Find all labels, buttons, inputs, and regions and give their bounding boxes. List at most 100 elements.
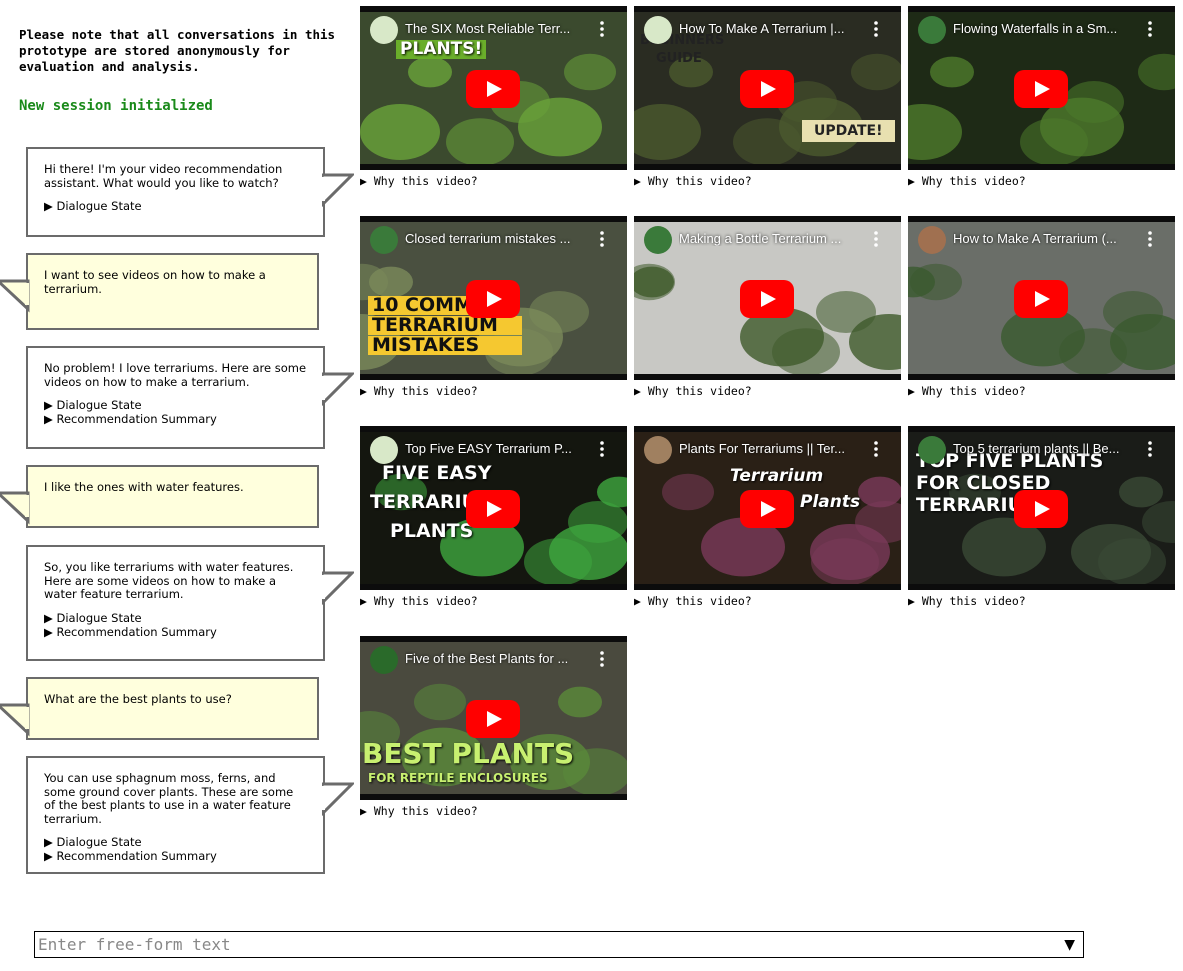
- channel-avatar[interactable]: [370, 16, 398, 44]
- recommendation-summary-toggle[interactable]: ▶ Recommendation Summary: [44, 849, 307, 863]
- why-this-video-toggle[interactable]: ▶ Why this video?: [908, 594, 1026, 608]
- letterbox-bar: [634, 426, 901, 432]
- video-thumbnail[interactable]: Making a Bottle Terrarium ...: [634, 216, 901, 380]
- more-options-icon[interactable]: [1147, 20, 1153, 38]
- user-message-bubble: What are the best plants to use?: [26, 677, 319, 740]
- channel-avatar[interactable]: [370, 226, 398, 254]
- play-button-icon[interactable]: [740, 490, 794, 528]
- letterbox-bar: [908, 164, 1175, 170]
- bubble-tail-right-icon: [322, 173, 354, 207]
- free-form-input-box[interactable]: ▼: [34, 931, 1084, 958]
- channel-avatar[interactable]: [370, 646, 398, 674]
- assistant-message-bubble: So, you like terrariums with water featu…: [26, 545, 325, 661]
- thumbnail-overlay-text: Terrarium: [730, 466, 824, 486]
- play-button-icon[interactable]: [466, 490, 520, 528]
- why-this-video-toggle[interactable]: ▶ Why this video?: [360, 174, 478, 188]
- video-title[interactable]: How to Make A Terrarium (...: [953, 231, 1143, 246]
- user-message-bubble: I want to see videos on how to make a te…: [26, 253, 319, 330]
- play-button-icon[interactable]: [1014, 280, 1068, 318]
- more-options-icon[interactable]: [873, 20, 879, 38]
- thumbnail-overlay-text: GUIDE: [656, 51, 702, 66]
- more-options-icon[interactable]: [599, 230, 605, 248]
- why-this-video-toggle[interactable]: ▶ Why this video?: [634, 594, 752, 608]
- channel-avatar[interactable]: [644, 16, 672, 44]
- letterbox-bar: [908, 584, 1175, 590]
- video-thumbnail[interactable]: Flowing Waterfalls in a Sm...: [908, 6, 1175, 170]
- dropdown-arrow-icon[interactable]: ▼: [1064, 937, 1075, 953]
- why-this-video-toggle[interactable]: ▶ Why this video?: [634, 174, 752, 188]
- video-title[interactable]: Top Five EASY Terrarium P...: [405, 441, 595, 456]
- letterbox-bar: [360, 6, 627, 12]
- play-button-icon[interactable]: [740, 70, 794, 108]
- more-options-icon[interactable]: [1147, 440, 1153, 458]
- video-title[interactable]: Closed terrarium mistakes ...: [405, 231, 595, 246]
- message-details: ▶ Dialogue State ▶ Recommendation Summary: [44, 398, 307, 426]
- assistant-message-bubble: No problem! I love terrariums. Here are …: [26, 346, 325, 449]
- video-title[interactable]: How To Make A Terrarium |...: [679, 21, 869, 36]
- more-options-icon[interactable]: [1147, 230, 1153, 248]
- dialogue-state-toggle[interactable]: ▶ Dialogue State: [44, 611, 307, 625]
- channel-avatar[interactable]: [644, 436, 672, 464]
- video-thumbnail[interactable]: Terrarium Plants Plants For Terrariums || …: [634, 426, 901, 590]
- dialogue-state-toggle[interactable]: ▶ Dialogue State: [44, 398, 307, 412]
- video-title[interactable]: Making a Bottle Terrarium ...: [679, 231, 869, 246]
- video-title[interactable]: Five of the Best Plants for ...: [405, 651, 595, 666]
- letterbox-bar: [634, 216, 901, 222]
- bubble-tail-right-icon: [322, 571, 354, 605]
- dialogue-state-toggle[interactable]: ▶ Dialogue State: [44, 835, 307, 849]
- why-this-video-toggle[interactable]: ▶ Why this video?: [908, 384, 1026, 398]
- letterbox-bar: [360, 794, 627, 800]
- play-button-icon[interactable]: [1014, 70, 1068, 108]
- play-button-icon[interactable]: [1014, 490, 1068, 528]
- video-title[interactable]: Top 5 terrarium plants || Be...: [953, 441, 1143, 456]
- recommendation-summary-toggle[interactable]: ▶ Recommendation Summary: [44, 625, 307, 639]
- video-thumbnail[interactable]: BEST PLANTS FOR REPTILE ENCLOSURES Five of…: [360, 636, 627, 800]
- why-this-video-toggle[interactable]: ▶ Why this video?: [908, 174, 1026, 188]
- message-details: ▶ Dialogue State ▶ Recommendation Summary: [44, 835, 307, 863]
- thumbnail-overlay-text: BEST PLANTS: [362, 737, 575, 770]
- letterbox-bar: [634, 374, 901, 380]
- bubble-tail-left-icon: [0, 491, 30, 525]
- thumbnail-overlay-text: PLANTS!: [396, 40, 487, 59]
- channel-avatar[interactable]: [370, 436, 398, 464]
- letterbox-bar: [908, 6, 1175, 12]
- video-thumbnail[interactable]: TOP FIVE PLANTS FOR CLOSED TERRARIUMS Top 5…: [908, 426, 1175, 590]
- video-thumbnail[interactable]: How to Make A Terrarium (...: [908, 216, 1175, 380]
- video-thumbnail[interactable]: PLANTS! The SIX Most Reliable Terr...: [360, 6, 627, 170]
- more-options-icon[interactable]: [599, 440, 605, 458]
- channel-avatar[interactable]: [918, 436, 946, 464]
- letterbox-bar: [634, 6, 901, 12]
- video-title[interactable]: The SIX Most Reliable Terr...: [405, 21, 595, 36]
- play-button-icon[interactable]: [466, 700, 520, 738]
- video-thumbnail[interactable]: BEGINNERS GUIDE UPDATE! How To Make A Terra…: [634, 6, 901, 170]
- video-thumbnail[interactable]: 10 COMM TERRARIUM MISTAKES Closed terrarium…: [360, 216, 627, 380]
- more-options-icon[interactable]: [599, 20, 605, 38]
- video-title[interactable]: Plants For Terrariums || Ter...: [679, 441, 869, 456]
- letterbox-bar: [908, 426, 1175, 432]
- more-options-icon[interactable]: [599, 650, 605, 668]
- video-thumbnail[interactable]: FIVE EASY TERRARIUM PLANTS Top Five EASY Te…: [360, 426, 627, 590]
- why-this-video-toggle[interactable]: ▶ Why this video?: [360, 804, 478, 818]
- why-this-video-toggle[interactable]: ▶ Why this video?: [360, 594, 478, 608]
- video-title[interactable]: Flowing Waterfalls in a Sm...: [953, 21, 1143, 36]
- message-text: I like the ones with water features.: [44, 480, 244, 494]
- channel-avatar[interactable]: [918, 226, 946, 254]
- more-options-icon[interactable]: [873, 440, 879, 458]
- message-text: What are the best plants to use?: [44, 692, 232, 706]
- letterbox-bar: [908, 374, 1175, 380]
- play-button-icon[interactable]: [466, 70, 520, 108]
- channel-avatar[interactable]: [644, 226, 672, 254]
- user-message-bubble: I like the ones with water features.: [26, 465, 319, 528]
- free-form-input[interactable]: [35, 932, 1048, 957]
- channel-avatar[interactable]: [918, 16, 946, 44]
- why-this-video-toggle[interactable]: ▶ Why this video?: [360, 384, 478, 398]
- dialogue-state-toggle[interactable]: ▶ Dialogue State: [44, 199, 307, 213]
- thumbnail-overlay-text: MISTAKES: [368, 336, 522, 355]
- message-text: Hi there! I'm your video recommendation …: [44, 162, 283, 190]
- why-this-video-toggle[interactable]: ▶ Why this video?: [634, 384, 752, 398]
- play-button-icon[interactable]: [740, 280, 794, 318]
- more-options-icon[interactable]: [873, 230, 879, 248]
- recommendation-summary-toggle[interactable]: ▶ Recommendation Summary: [44, 412, 307, 426]
- play-button-icon[interactable]: [466, 280, 520, 318]
- message-details: ▶ Dialogue State ▶ Recommendation Summary: [44, 611, 307, 639]
